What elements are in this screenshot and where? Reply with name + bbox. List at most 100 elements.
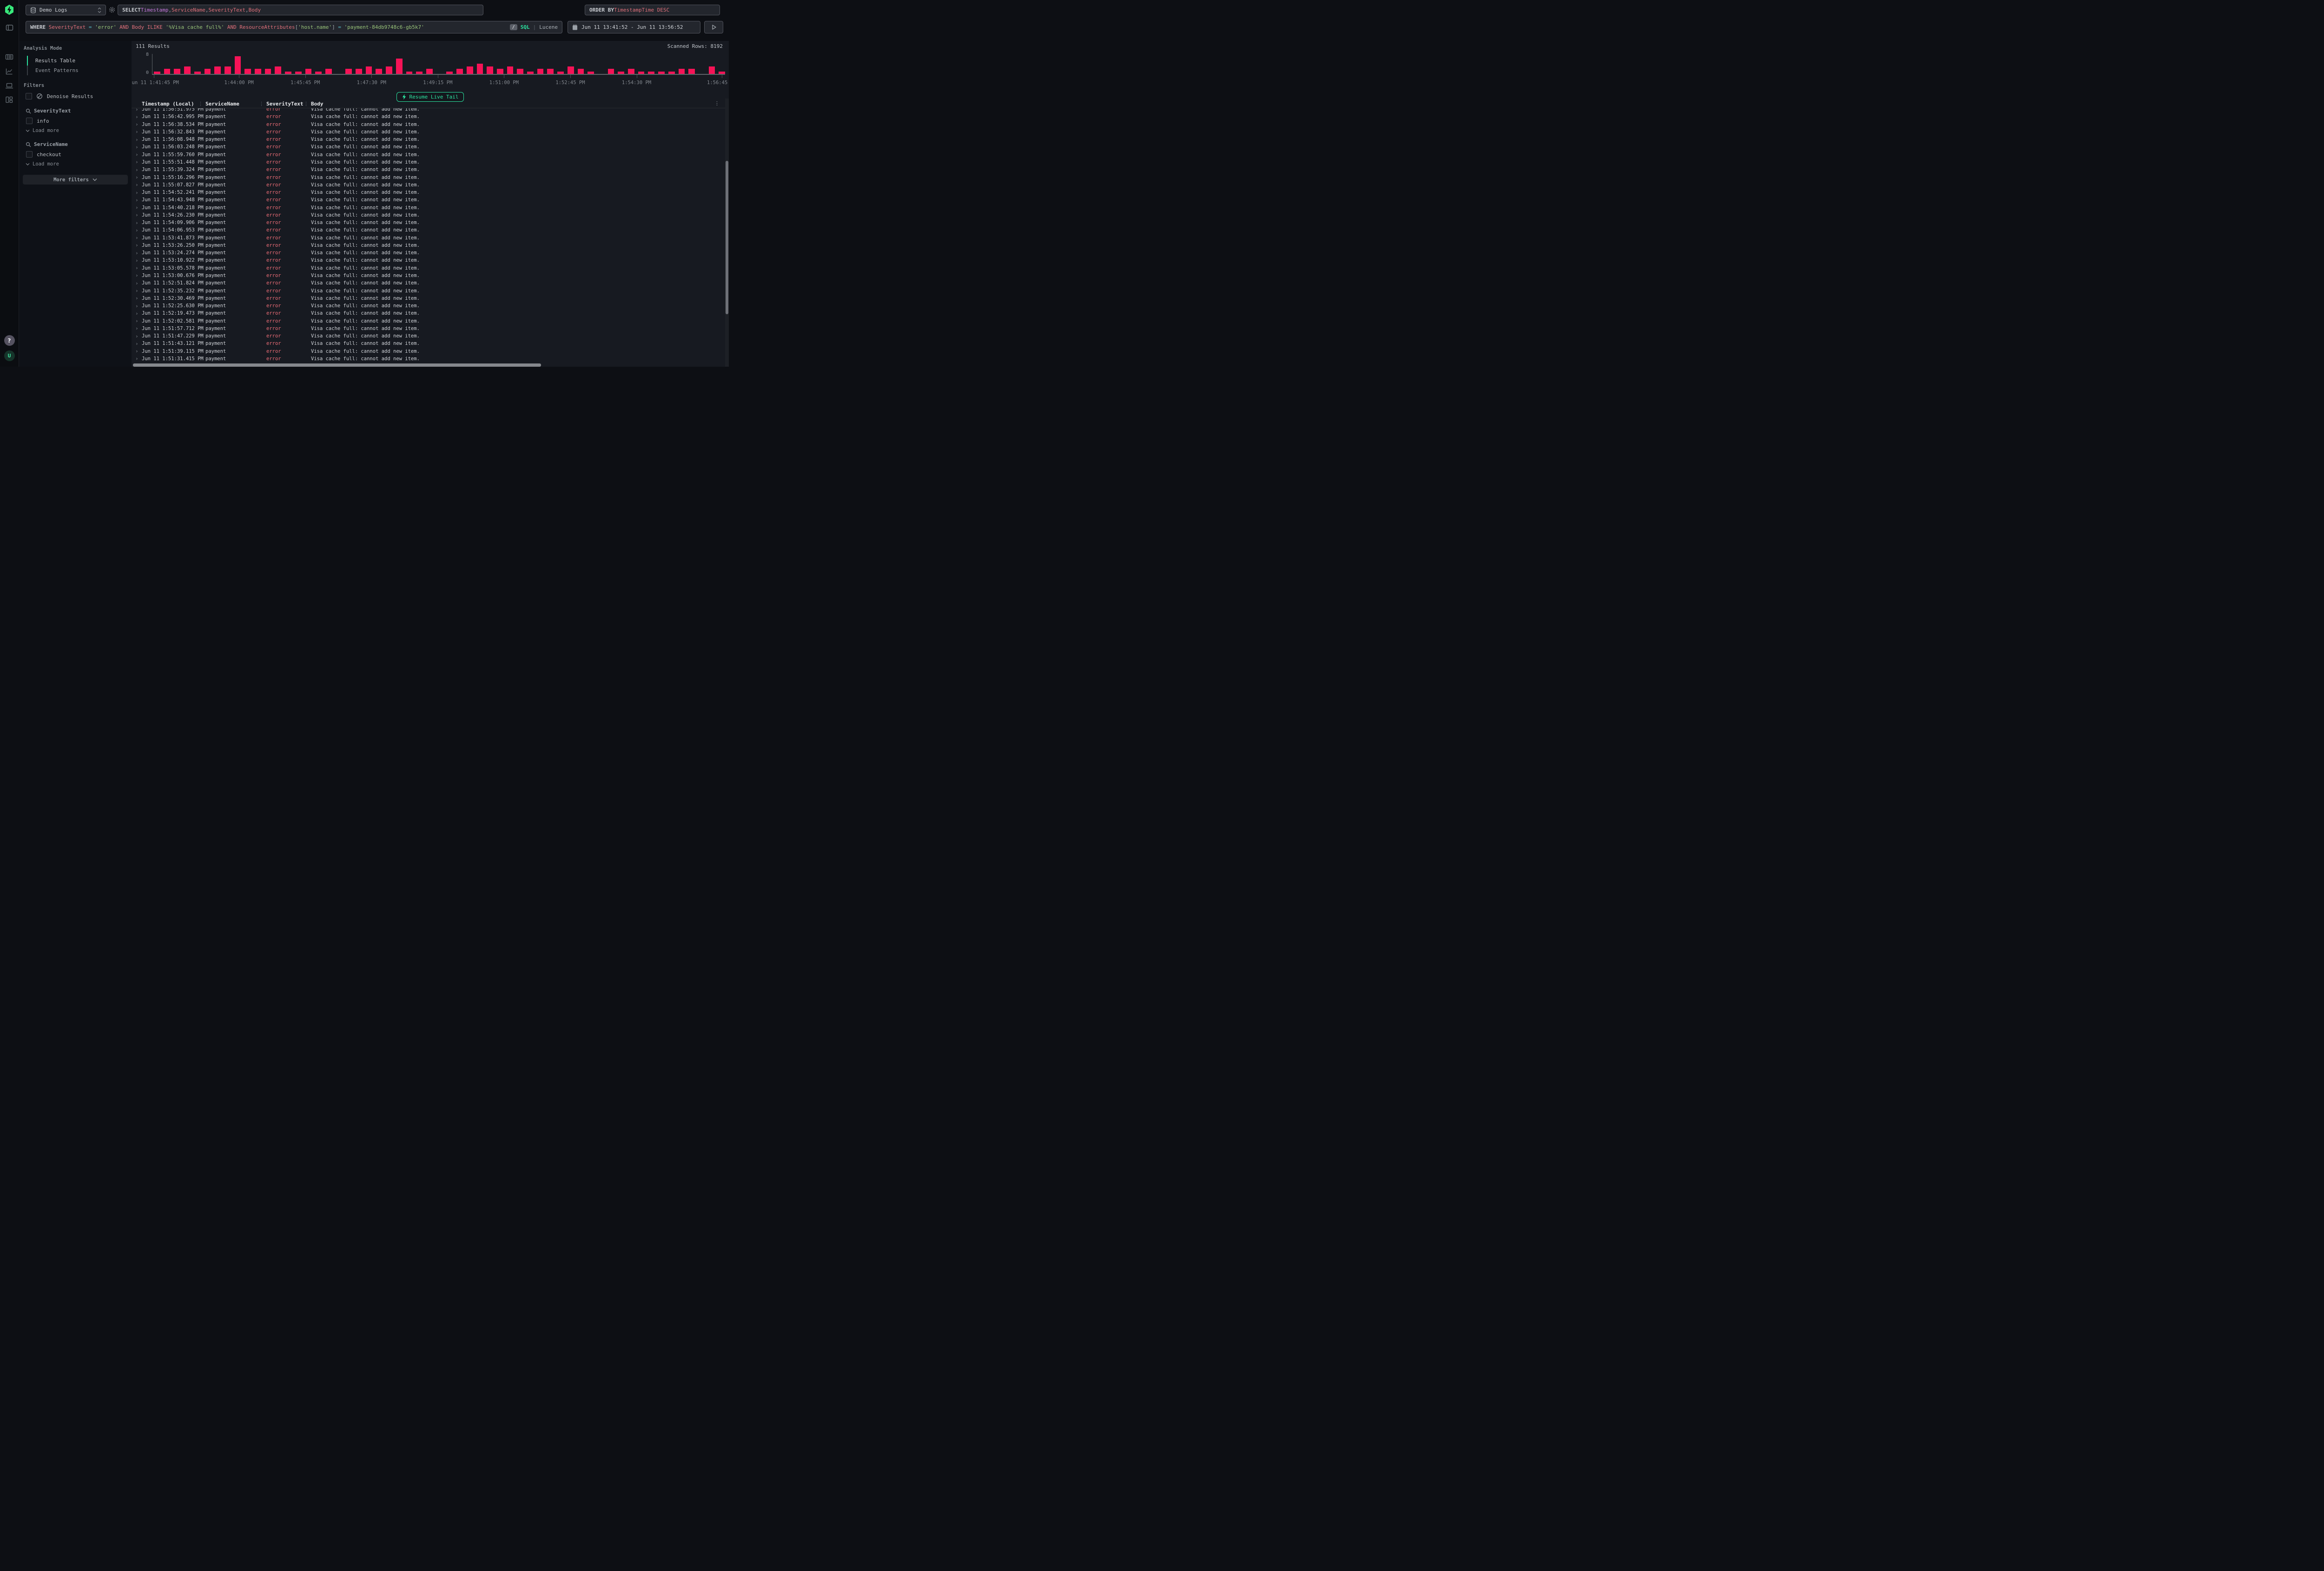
row-expand-chevron-icon[interactable]: › (135, 257, 142, 264)
select-query-input[interactable]: SELECT Timestamp, ServiceName, SeverityT… (118, 5, 483, 15)
row-expand-chevron-icon[interactable]: › (135, 325, 142, 331)
row-expand-chevron-icon[interactable]: › (135, 152, 142, 158)
row-expand-chevron-icon[interactable]: › (135, 108, 142, 112)
table-row[interactable]: ›Jun 11 1:56:51.975 PMpaymenterrorVisa c… (135, 108, 725, 113)
where-query-input[interactable]: WHERE SeverityText = 'error' AND Body IL… (26, 21, 562, 33)
row-expand-chevron-icon[interactable]: › (135, 190, 142, 196)
row-expand-chevron-icon[interactable]: › (135, 212, 142, 218)
row-expand-chevron-icon[interactable]: › (135, 167, 142, 173)
table-row[interactable]: ›Jun 11 1:54:26.230 PMpaymenterrorVisa c… (135, 211, 725, 219)
table-row[interactable]: ›Jun 11 1:53:41.873 PMpaymenterrorVisa c… (135, 234, 725, 242)
column-header-timestamp[interactable]: Timestamp (Local)⋮ (142, 101, 205, 107)
table-row[interactable]: ›Jun 11 1:51:47.229 PMpaymenterrorVisa c… (135, 332, 725, 340)
table-row[interactable]: ›Jun 11 1:54:06.953 PMpaymenterrorVisa c… (135, 226, 725, 234)
row-expand-chevron-icon[interactable]: › (135, 121, 142, 127)
table-row[interactable]: ›Jun 11 1:55:16.296 PMpaymenterrorVisa c… (135, 173, 725, 181)
facet-option-info[interactable]: info (26, 118, 128, 124)
column-drag-handle-icon[interactable]: ⋮ (259, 101, 264, 107)
user-avatar[interactable]: U (4, 350, 15, 361)
more-filters-button[interactable]: More filters (23, 175, 128, 185)
search-icon[interactable] (26, 108, 31, 114)
table-row[interactable]: ›Jun 11 1:52:25.630 PMpaymenterrorVisa c… (135, 302, 725, 310)
row-expand-chevron-icon[interactable]: › (135, 318, 142, 324)
table-row[interactable]: ›Jun 11 1:53:24.274 PMpaymenterrorVisa c… (135, 249, 725, 257)
table-row[interactable]: ›Jun 11 1:51:39.115 PMpaymenterrorVisa c… (135, 348, 725, 355)
facet-option-checkbox[interactable] (26, 151, 33, 158)
row-expand-chevron-icon[interactable]: › (135, 272, 142, 278)
facet-option-checkbox[interactable] (26, 118, 33, 124)
row-expand-chevron-icon[interactable]: › (135, 303, 142, 309)
row-expand-chevron-icon[interactable]: › (135, 220, 142, 226)
row-expand-chevron-icon[interactable]: › (135, 265, 142, 271)
table-row[interactable]: ›Jun 11 1:53:00.676 PMpaymenterrorVisa c… (135, 272, 725, 279)
row-expand-chevron-icon[interactable]: › (135, 227, 142, 233)
row-expand-chevron-icon[interactable]: › (135, 310, 142, 317)
table-row[interactable]: ›Jun 11 1:52:19.473 PMpaymenterrorVisa c… (135, 310, 725, 317)
resume-live-tail-button[interactable]: Resume Live Tail (396, 92, 464, 102)
kebab-menu-icon[interactable]: ⋮ (714, 100, 720, 106)
run-query-button[interactable] (704, 21, 723, 33)
mode-event-patterns[interactable]: Event Patterns (27, 66, 128, 75)
brand-logo-icon[interactable] (4, 4, 14, 15)
table-row[interactable]: ›Jun 11 1:53:05.578 PMpaymenterrorVisa c… (135, 264, 725, 272)
row-expand-chevron-icon[interactable]: › (135, 235, 142, 241)
table-row[interactable]: ›Jun 11 1:56:38.534 PMpaymenterrorVisa c… (135, 121, 725, 128)
column-header-severitytext[interactable]: SeverityText⋮ (266, 101, 311, 107)
load-more-severitytext[interactable]: Load more (26, 128, 128, 133)
row-expand-chevron-icon[interactable]: › (135, 295, 142, 301)
table-row[interactable]: ›Jun 11 1:52:30.469 PMpaymenterrorVisa c… (135, 295, 725, 302)
order-by-input[interactable]: ORDER BY TimestampTime DESC (585, 5, 720, 15)
table-row[interactable]: ›Jun 11 1:53:10.922 PMpaymenterrorVisa c… (135, 257, 725, 264)
search-icon[interactable] (26, 142, 31, 147)
table-row[interactable]: ›Jun 11 1:56:32.843 PMpaymenterrorVisa c… (135, 128, 725, 136)
table-row[interactable]: ›Jun 11 1:51:43.121 PMpaymenterrorVisa c… (135, 340, 725, 347)
sql-mode-toggle[interactable]: SQL (521, 24, 530, 30)
vertical-scrollbar-track[interactable] (725, 99, 729, 367)
table-row[interactable]: ›Jun 11 1:54:43.948 PMpaymenterrorVisa c… (135, 196, 725, 204)
collapse-panel-icon[interactable] (6, 24, 13, 32)
row-expand-chevron-icon[interactable]: › (135, 129, 142, 135)
table-row[interactable]: ›Jun 11 1:55:59.760 PMpaymenterrorVisa c… (135, 151, 725, 158)
row-expand-chevron-icon[interactable]: › (135, 159, 142, 165)
table-row[interactable]: ›Jun 11 1:54:52.241 PMpaymenterrorVisa c… (135, 189, 725, 196)
dashboard-icon[interactable] (5, 96, 13, 104)
table-row[interactable]: ›Jun 11 1:55:07.827 PMpaymenterrorVisa c… (135, 181, 725, 189)
denoise-results-toggle[interactable]: Denoise Results (26, 93, 128, 99)
table-row[interactable]: ›Jun 11 1:51:57.712 PMpaymenterrorVisa c… (135, 325, 725, 332)
row-expand-chevron-icon[interactable]: › (135, 288, 142, 294)
table-row[interactable]: ›Jun 11 1:53:26.250 PMpaymenterrorVisa c… (135, 242, 725, 249)
column-header-servicename[interactable]: ServiceName⋮ (205, 101, 266, 107)
table-row[interactable]: ›Jun 11 1:56:08.948 PMpaymenterrorVisa c… (135, 136, 725, 143)
table-row[interactable]: ›Jun 11 1:52:02.581 PMpaymenterrorVisa c… (135, 317, 725, 324)
mode-results-table[interactable]: Results Table (27, 56, 128, 66)
table-row[interactable]: ›Jun 11 1:54:40.218 PMpaymenterrorVisa c… (135, 204, 725, 211)
time-range-picker[interactable]: Jun 11 13:41:52 - Jun 11 13:56:52 (568, 21, 700, 33)
denoise-checkbox[interactable] (26, 93, 32, 99)
logs-icon[interactable] (5, 53, 13, 61)
table-row[interactable]: ›Jun 11 1:55:51.448 PMpaymenterrorVisa c… (135, 158, 725, 166)
row-expand-chevron-icon[interactable]: › (135, 205, 142, 211)
horizontal-scrollbar-thumb[interactable] (133, 363, 541, 367)
table-row[interactable]: ›Jun 11 1:56:42.995 PMpaymenterrorVisa c… (135, 113, 725, 120)
row-expand-chevron-icon[interactable]: › (135, 280, 142, 286)
table-row[interactable]: ›Jun 11 1:52:35.232 PMpaymenterrorVisa c… (135, 287, 725, 294)
row-expand-chevron-icon[interactable]: › (135, 137, 142, 143)
vertical-scrollbar-thumb[interactable] (726, 161, 728, 314)
row-expand-chevron-icon[interactable]: › (135, 174, 142, 180)
row-expand-chevron-icon[interactable]: › (135, 356, 142, 362)
help-icon[interactable]: ? (4, 335, 15, 346)
row-expand-chevron-icon[interactable]: › (135, 250, 142, 256)
column-drag-handle-icon[interactable]: ⋮ (198, 101, 203, 107)
lucene-mode-toggle[interactable]: Lucene (539, 24, 558, 30)
row-expand-chevron-icon[interactable]: › (135, 333, 142, 339)
table-row[interactable]: ›Jun 11 1:56:03.248 PMpaymenterrorVisa c… (135, 143, 725, 151)
column-header-body[interactable]: Body (311, 101, 725, 107)
gear-icon[interactable] (108, 6, 116, 13)
load-more-servicename[interactable]: Load more (26, 161, 128, 167)
table-row[interactable]: ›Jun 11 1:51:31.415 PMpaymenterrorVisa c… (135, 355, 725, 363)
column-drag-handle-icon[interactable]: ⋮ (304, 101, 309, 107)
row-expand-chevron-icon[interactable]: › (135, 144, 142, 150)
table-row[interactable]: ›Jun 11 1:55:39.324 PMpaymenterrorVisa c… (135, 166, 725, 173)
row-expand-chevron-icon[interactable]: › (135, 341, 142, 347)
laptop-icon[interactable] (5, 82, 13, 89)
